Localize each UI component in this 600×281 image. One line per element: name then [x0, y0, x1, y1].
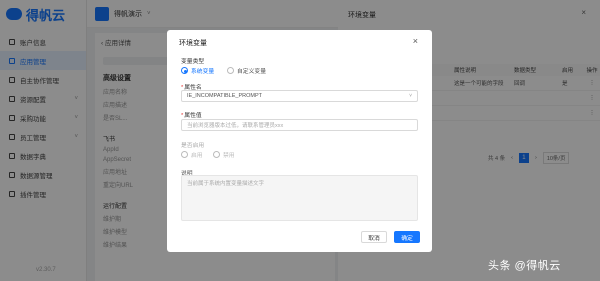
confirm-button[interactable]: 确定 [394, 231, 420, 243]
attr-value-input[interactable]: 当前浏览器版本过低，请联系管理员xxx [181, 119, 418, 131]
radio-unchecked-icon [227, 67, 234, 74]
radio-custom-variable[interactable]: 自定义变量 [227, 66, 266, 75]
description-textarea[interactable]: 当前属于系统内置变量描述文字 [181, 175, 418, 221]
enabled-label: 是否启用 [181, 143, 205, 149]
radio-unchecked-icon [181, 151, 188, 158]
attr-value-label: *属性值 [181, 113, 202, 119]
radio-unchecked-icon [213, 151, 220, 158]
radio-checked-icon [181, 67, 188, 74]
radio-disabled[interactable]: 禁用 [213, 150, 235, 159]
radio-system-variable[interactable]: 系统变量 [181, 66, 214, 75]
attr-name-select[interactable]: IE_INCOMPATIBLE_PROMPT ˅ [181, 90, 418, 102]
cancel-button[interactable]: 取消 [361, 231, 387, 243]
chevron-down-icon: ˅ [409, 93, 412, 99]
watermark: 头条 @得帆云 [488, 260, 561, 272]
close-icon[interactable]: × [413, 36, 418, 46]
radio-enabled[interactable]: 启用 [181, 150, 203, 159]
env-variable-modal: 环境变量 × 变量类型 系统变量 自定义变量 *属性名 IE_INCOMPATI… [167, 30, 432, 252]
variable-type-label: 变量类型 [181, 59, 205, 65]
modal-title: 环境变量 [179, 40, 207, 47]
